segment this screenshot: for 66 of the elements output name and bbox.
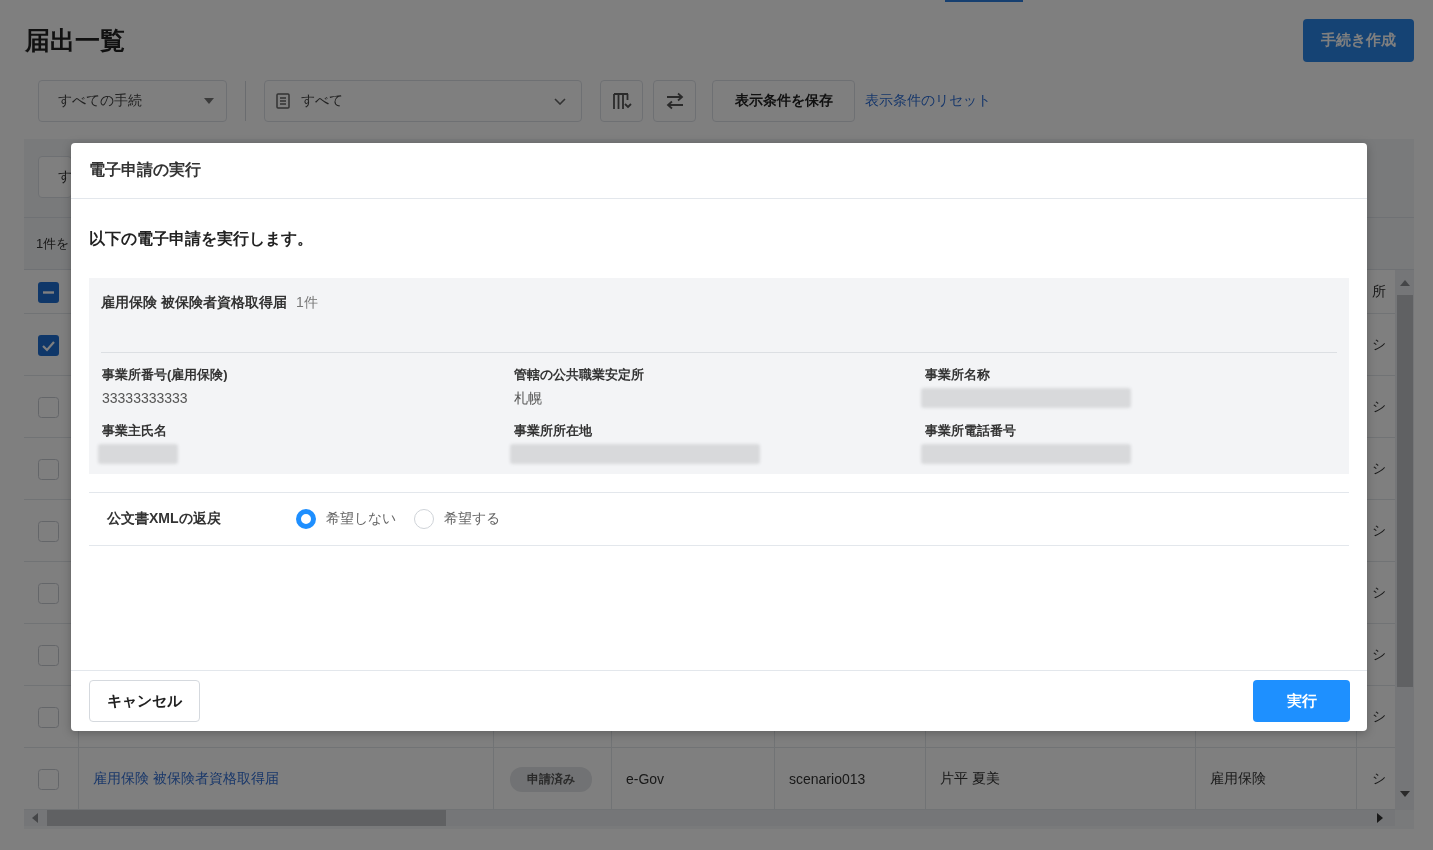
- column-header: 所: [1371, 282, 1387, 301]
- field-value: 札幌: [514, 389, 543, 408]
- filter-button[interactable]: す: [38, 156, 72, 198]
- caret-up-icon: [1399, 280, 1410, 286]
- table-cell-text: e-Gov: [625, 770, 666, 789]
- caret-down-icon: [1399, 791, 1410, 797]
- radio-option[interactable]: 希望しない: [296, 509, 396, 529]
- table-cell-text: シ: [1371, 335, 1387, 354]
- table-cell-text: scenario013: [788, 770, 867, 789]
- table-cell-text: シ: [1371, 769, 1387, 788]
- table-cell-text: 雇用保険: [1209, 769, 1267, 788]
- horizontal-scrollbar[interactable]: [24, 810, 1395, 826]
- checkbox[interactable]: [38, 334, 59, 356]
- create-button[interactable]: 手続き作成: [1303, 19, 1414, 62]
- save-conditions-button[interactable]: 表示条件を保存: [712, 80, 855, 122]
- summary-count: 1件: [295, 294, 318, 310]
- field-label: 事業所電話番号: [925, 422, 1017, 440]
- scrollbar-thumb[interactable]: [47, 810, 446, 826]
- vertical-scrollbar[interactable]: [1395, 270, 1414, 810]
- checkbox[interactable]: [38, 582, 59, 604]
- swap-icon: [664, 92, 685, 110]
- field-value: 33333333333: [102, 389, 189, 408]
- field-label: 事業主氏名: [102, 422, 168, 440]
- caret-right-icon: [1377, 813, 1383, 823]
- setting-label: 公文書XMLの返戻: [107, 510, 222, 528]
- document-icon: [276, 93, 290, 109]
- table-cell-text: 片平 夏美: [939, 769, 1001, 788]
- field-label: 事業所番号(雇用保険): [102, 366, 229, 384]
- page-title: 届出一覧: [25, 25, 125, 56]
- radio-option[interactable]: 希望する: [414, 509, 500, 529]
- checkbox[interactable]: [38, 644, 59, 666]
- caret-down-icon: [204, 98, 214, 104]
- table-cell-text: シ: [1371, 645, 1387, 664]
- table-cell-text: シ: [1371, 521, 1387, 540]
- field-label: 管轄の公共職業安定所: [514, 366, 645, 384]
- table-cell-text: シ: [1371, 397, 1387, 416]
- checkbox[interactable]: [38, 706, 59, 728]
- table-cell-text: シ: [1371, 707, 1387, 726]
- field-label: 事業所名称: [925, 366, 991, 384]
- execute-button[interactable]: 実行: [1253, 680, 1350, 722]
- dialog-title: 電子申請の実行: [71, 143, 1367, 199]
- field-label: 事業所所在地: [514, 422, 593, 440]
- columns-button[interactable]: [600, 80, 643, 122]
- checkbox[interactable]: [38, 396, 59, 418]
- document-dropdown[interactable]: すべて: [264, 80, 582, 122]
- radio-button[interactable]: [414, 509, 434, 529]
- columns-icon: [611, 92, 632, 110]
- cancel-button[interactable]: キャンセル: [89, 680, 200, 722]
- swap-button[interactable]: [653, 80, 696, 122]
- checkbox[interactable]: [38, 458, 59, 480]
- status-badge: 申請済み: [510, 766, 592, 792]
- table-cell-text: シ: [1371, 459, 1387, 478]
- checkbox[interactable]: [38, 520, 59, 542]
- table-cell-text: シ: [1371, 583, 1387, 602]
- chevron-down-icon: [554, 97, 566, 105]
- checkbox[interactable]: [38, 281, 59, 303]
- summary-title: 雇用保険 被保険者資格取得届: [101, 294, 287, 310]
- checkbox[interactable]: [38, 768, 59, 790]
- radio-button[interactable]: [296, 509, 316, 529]
- scrollbar-thumb[interactable]: [1396, 295, 1413, 687]
- reset-conditions-link[interactable]: 表示条件のリセット: [865, 92, 991, 110]
- dialog-message: 以下の電子申請を実行します。: [89, 229, 314, 249]
- selection-summary: 1件を: [36, 234, 70, 253]
- procedure-dropdown[interactable]: すべての手続: [38, 80, 227, 122]
- caret-left-icon: [32, 813, 38, 823]
- procedure-link[interactable]: 雇用保険 被保険者資格取得届: [93, 770, 279, 788]
